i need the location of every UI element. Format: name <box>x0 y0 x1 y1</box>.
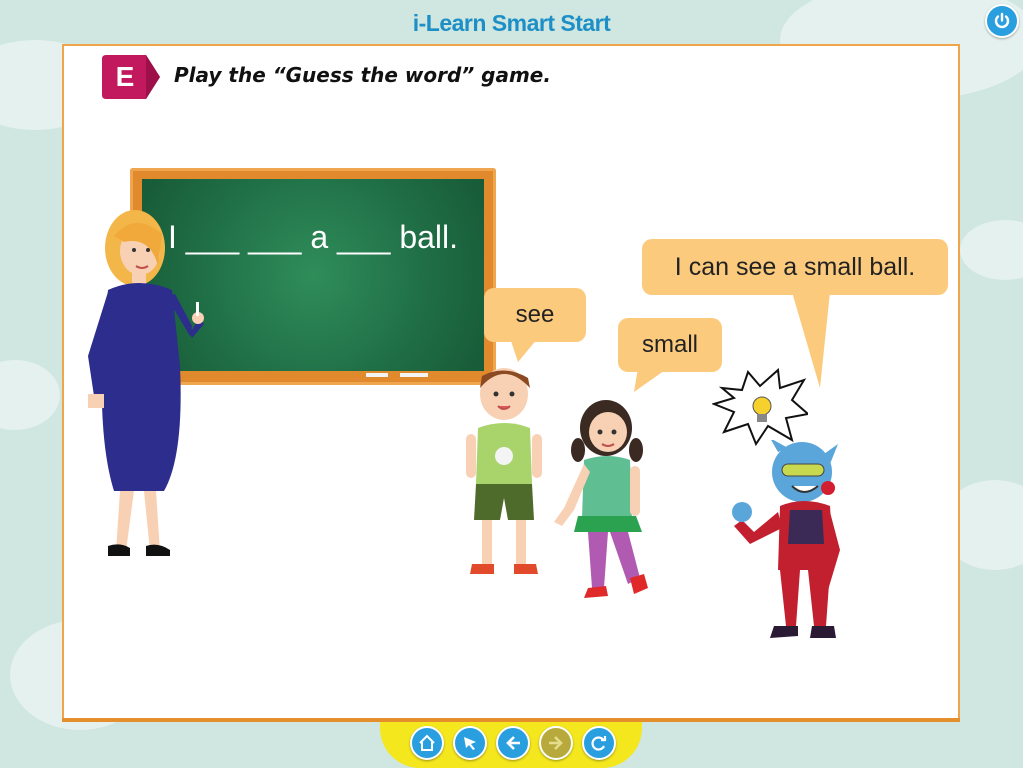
background-cloud <box>0 360 60 430</box>
bubble-tail <box>634 368 668 392</box>
boy-illustration <box>466 368 542 574</box>
back-arrow-icon <box>506 736 520 750</box>
pointer-icon <box>464 737 476 750</box>
exercise-card: E Play the “Guess the word” game. I ___ … <box>62 44 960 722</box>
app-title: i-Learn Smart Start <box>412 10 611 36</box>
navigation-bar <box>380 722 642 768</box>
teacher-illustration <box>88 210 204 556</box>
speech-bubble-girl: small <box>618 318 722 372</box>
refresh-button[interactable] <box>582 726 616 760</box>
refresh-icon <box>591 736 607 751</box>
bubble-text-alien: I can see a small ball. <box>674 253 916 281</box>
speech-bubble-boy: see <box>484 288 586 342</box>
home-button[interactable] <box>410 726 444 760</box>
power-icon <box>994 12 1010 29</box>
exercise-tag: E <box>102 55 162 99</box>
chalk-piece <box>400 373 428 377</box>
forward-arrow-icon <box>549 736 563 750</box>
back-button[interactable] <box>496 726 530 760</box>
bubble-text-girl: small <box>641 331 698 358</box>
speech-bubble-alien: I can see a small ball. <box>642 239 948 295</box>
chalkboard-sentence: I ___ ___ a ___ ball. <box>168 219 459 255</box>
pointer-button[interactable] <box>453 726 487 760</box>
bubble-text-boy: see <box>515 301 555 328</box>
power-button[interactable] <box>985 4 1019 38</box>
idea-burst-icon <box>712 368 808 447</box>
girl-illustration <box>554 400 648 598</box>
home-icon <box>419 734 435 751</box>
bubble-tail <box>510 338 538 362</box>
forward-button[interactable] <box>539 726 573 760</box>
alien-illustration <box>732 440 840 638</box>
chalk-piece <box>366 373 388 377</box>
exercise-letter: E <box>115 61 135 92</box>
exercise-instruction: Play the “Guess the word” game. <box>174 63 551 87</box>
background-cloud <box>960 220 1023 280</box>
